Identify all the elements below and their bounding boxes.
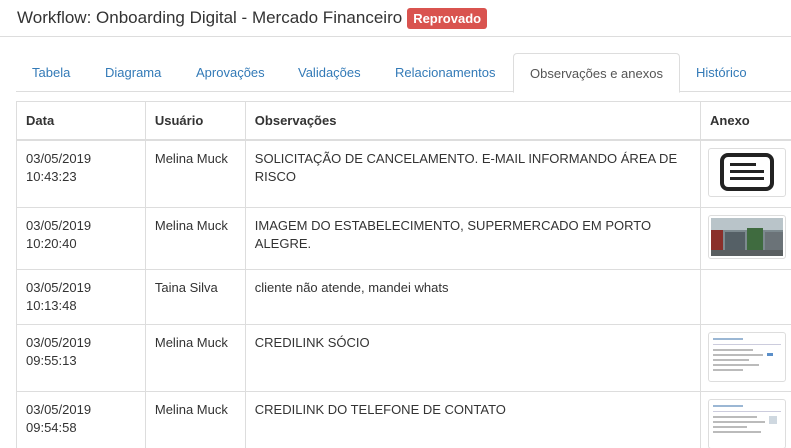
tab-aprovacoes[interactable]: Aprovações: [180, 53, 281, 92]
attachment-cell: [700, 324, 791, 392]
column-header-usuario: Usuário: [144, 101, 246, 141]
user-cell: Melina Muck: [144, 139, 246, 208]
table-row: 03/05/2019 10:20:40 Melina Muck IMAGEM DO…: [16, 207, 791, 270]
observations-table: Data Usuário Observações Anexo 03/05/201…: [16, 101, 791, 448]
page-title: Workflow: Onboarding Digital - Mercado F…: [17, 8, 403, 27]
attachment-screenshot-thumbnail[interactable]: [708, 332, 787, 382]
tab-relacionamentos[interactable]: Relacionamentos: [379, 53, 511, 92]
tab-validacoes[interactable]: Validações: [282, 53, 377, 92]
date-text: 03/05/2019: [26, 218, 92, 233]
column-header-data: Data: [16, 101, 146, 141]
user-cell: Melina Muck: [144, 207, 246, 270]
tab-observacoes-anexos[interactable]: Observações e anexos: [513, 53, 680, 93]
attachment-cell: [700, 139, 791, 208]
user-cell: Melina Muck: [144, 324, 246, 392]
tab-diagrama[interactable]: Diagrama: [89, 53, 177, 92]
attachment-cell: [700, 207, 791, 270]
observation-cell: CREDILINK SÓCIO: [244, 324, 702, 392]
date-cell: 03/05/2019 10:13:48: [16, 269, 146, 325]
screenshot-thumbnail-icon: [711, 402, 784, 446]
status-badge: Reprovado: [407, 7, 488, 29]
date-text: 03/05/2019: [26, 150, 92, 166]
photo-thumbnail-icon: [711, 218, 784, 256]
attachment-cell: [700, 269, 791, 325]
screenshot-thumbnail-icon: [711, 335, 784, 379]
attachment-photo-thumbnail[interactable]: [708, 215, 787, 259]
user-cell: Melina Muck: [144, 391, 246, 448]
table-row: 03/05/2019 10:13:48 Taina Silva cliente n…: [16, 269, 791, 325]
date-text: 03/05/2019: [26, 402, 92, 417]
table-row: 03/05/2019 10:43:23 Melina Muck SOLICITAÇ…: [16, 139, 791, 208]
date-cell: 03/05/2019 09:54:58: [16, 391, 146, 448]
observation-cell: SOLICITAÇÃO DE CANCELAMENTO. E-MAIL INFO…: [244, 139, 702, 208]
date-text: 03/05/2019: [26, 280, 92, 295]
date-cell: 03/05/2019 09:55:13: [16, 324, 146, 392]
attachment-cell: [700, 391, 791, 448]
column-header-anexo: Anexo: [700, 101, 791, 141]
document-icon: [720, 153, 775, 191]
user-cell: Taina Silva: [144, 269, 246, 325]
date-cell: 03/05/2019 10:20:40: [16, 207, 146, 270]
table-row: 03/05/2019 09:54:58 Melina Muck CREDILINK…: [16, 391, 791, 448]
tab-bar: Tabela Diagrama Aprovações Validações Re…: [16, 53, 791, 93]
table-header-row: Data Usuário Observações Anexo: [16, 101, 791, 141]
tab-historico[interactable]: Histórico: [680, 53, 763, 92]
observation-cell: CREDILINK DO TELEFONE DE CONTATO: [244, 391, 702, 448]
observation-cell: cliente não atende, mandei whats: [244, 269, 702, 325]
date-cell: 03/05/2019 10:43:23: [16, 139, 146, 208]
time-text: 09:54:58: [26, 420, 77, 435]
time-text: 10:43:23: [26, 168, 77, 184]
tab-tabela[interactable]: Tabela: [16, 53, 86, 92]
observation-cell: IMAGEM DO ESTABELECIMENTO, SUPERMERCADO …: [244, 207, 702, 270]
column-header-observacoes: Observações: [244, 101, 702, 141]
attachment-screenshot-thumbnail[interactable]: [708, 399, 787, 448]
table-row: 03/05/2019 09:55:13 Melina Muck CREDILINK…: [16, 324, 791, 392]
time-text: 10:20:40: [26, 236, 77, 251]
attachment-document-thumbnail[interactable]: [708, 147, 787, 197]
time-text: 10:13:48: [26, 298, 77, 313]
time-text: 09:55:13: [26, 353, 77, 368]
page-header: Workflow: Onboarding Digital - Mercado F…: [0, 0, 791, 37]
date-text: 03/05/2019: [26, 335, 92, 350]
